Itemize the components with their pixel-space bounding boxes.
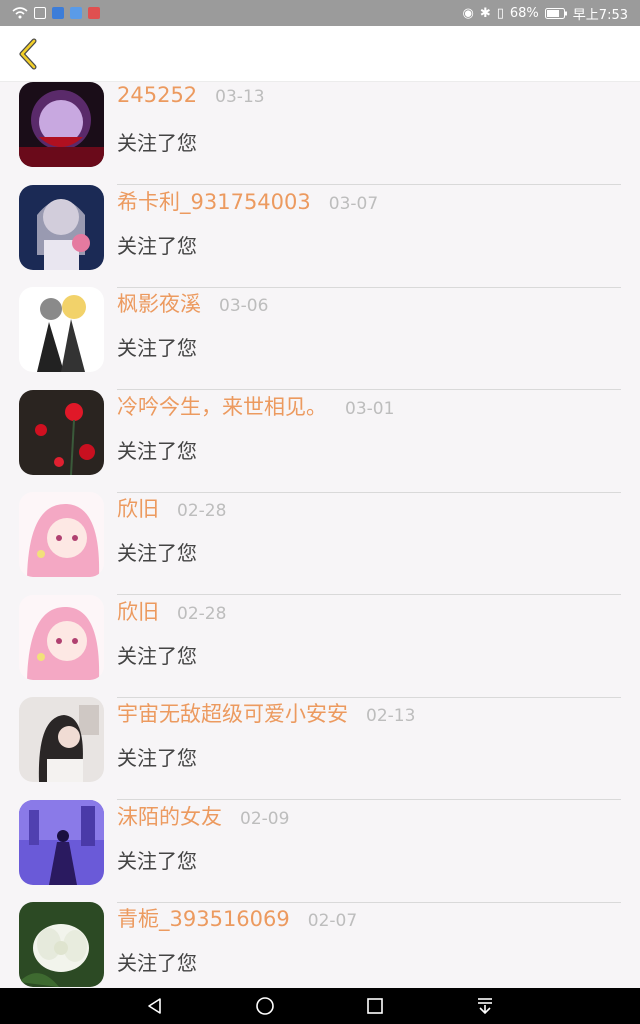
avatar[interactable] bbox=[19, 799, 104, 885]
avatar[interactable] bbox=[19, 389, 104, 475]
follow-action: 关注了您 bbox=[117, 951, 197, 975]
name-row: 欣旧 02-28 bbox=[117, 596, 226, 626]
name-row: 希卡利_931754003 03-07 bbox=[117, 186, 378, 216]
follow-date: 03-07 bbox=[328, 193, 379, 214]
follow-action: 关注了您 bbox=[117, 233, 197, 258]
wifi-icon bbox=[12, 7, 28, 19]
list-item[interactable]: 欣旧 02-28 关注了您 bbox=[0, 568, 640, 698]
triangle-back-icon bbox=[148, 998, 161, 1014]
avatar[interactable] bbox=[19, 902, 104, 987]
app-blue-icon bbox=[52, 7, 64, 19]
user-name[interactable]: 沫陌的女友 bbox=[117, 801, 222, 831]
eye-icon: ◉ bbox=[462, 5, 474, 21]
avatar[interactable] bbox=[19, 492, 104, 577]
list-item[interactable]: 枫影夜溪 03-06 关注了您 bbox=[0, 260, 640, 390]
follow-action: 关注了您 bbox=[117, 848, 197, 873]
user-name[interactable]: 枫影夜溪 bbox=[117, 288, 201, 318]
user-name[interactable]: 冷吟今生，来世相见。 bbox=[117, 391, 327, 421]
nav-notifications-button[interactable] bbox=[465, 988, 505, 1024]
app-lightblue-icon bbox=[70, 7, 82, 19]
system-nav-bar bbox=[0, 988, 640, 1024]
battery-percent: 68% bbox=[509, 5, 539, 21]
name-row: 冷吟今生，来世相见。 03-01 bbox=[117, 391, 394, 421]
follow-action: 关注了您 bbox=[117, 131, 197, 155]
app-red-icon bbox=[88, 7, 100, 19]
follow-action: 关注了您 bbox=[117, 643, 197, 668]
list-item[interactable]: 欣旧 02-28 关注了您 bbox=[0, 465, 640, 595]
vibrate-icon: ▯ bbox=[496, 5, 504, 21]
follow-date: 02-28 bbox=[177, 501, 227, 521]
list-item[interactable]: 宇宙无敌超级可爱小安安 02-13 关注了您 bbox=[0, 670, 640, 800]
follow-date: 02-07 bbox=[307, 911, 358, 931]
follow-date: 02-13 bbox=[366, 706, 416, 726]
pull-down-icon bbox=[478, 998, 492, 1015]
follow-date: 02-28 bbox=[177, 603, 227, 624]
user-name[interactable]: 宇宙无敌超级可爱小安安 bbox=[117, 698, 348, 728]
follow-date: 03-06 bbox=[219, 296, 269, 316]
app-header bbox=[0, 26, 640, 82]
name-row: 宇宙无敌超级可爱小安安 02-13 bbox=[117, 698, 415, 728]
follow-date: 03-01 bbox=[345, 398, 395, 419]
user-name[interactable]: 欣旧 bbox=[117, 596, 159, 626]
list-item[interactable]: 青栀_393516069 02-07 关注了您 bbox=[0, 875, 640, 987]
follow-date: 03-13 bbox=[215, 87, 265, 107]
user-name[interactable]: 青栀_393516069 bbox=[117, 903, 290, 933]
user-name[interactable]: 245252 bbox=[117, 83, 197, 107]
avatar[interactable] bbox=[19, 287, 104, 372]
clock: 早上7:53 bbox=[572, 7, 628, 23]
name-row: 欣旧 02-28 bbox=[117, 493, 226, 523]
nav-home-button[interactable] bbox=[245, 988, 285, 1024]
avatar[interactable] bbox=[19, 184, 104, 270]
follow-action: 关注了您 bbox=[117, 438, 197, 463]
follow-action: 关注了您 bbox=[117, 541, 197, 565]
nav-back-button[interactable] bbox=[135, 988, 175, 1024]
chevron-left-icon bbox=[19, 38, 37, 70]
follow-action: 关注了您 bbox=[117, 336, 197, 360]
list-item[interactable]: 冷吟今生，来世相见。 03-01 关注了您 bbox=[0, 363, 640, 493]
status-bar: ◉ ✱ ▯ 68% 早上7:53 bbox=[0, 0, 640, 26]
name-row: 青栀_393516069 02-07 bbox=[117, 903, 357, 933]
nav-recents-button[interactable] bbox=[355, 988, 395, 1024]
file-icon bbox=[34, 7, 46, 19]
name-row: 245252 03-13 bbox=[117, 83, 265, 107]
avatar[interactable] bbox=[19, 697, 104, 782]
follow-date: 02-09 bbox=[240, 808, 290, 829]
list-item[interactable]: 245252 03-13 关注了您 bbox=[0, 82, 640, 185]
back-button[interactable] bbox=[8, 34, 48, 74]
user-name[interactable]: 欣旧 bbox=[117, 493, 159, 523]
square-recents-icon bbox=[367, 998, 383, 1014]
circle-home-icon bbox=[256, 997, 274, 1015]
name-row: 沫陌的女友 02-09 bbox=[117, 801, 289, 831]
status-right: ◉ ✱ ▯ 68% 早上7:53 bbox=[462, 4, 628, 23]
follow-list: 245252 03-13 关注了您 希卡利_931754003 03-07 关注… bbox=[0, 82, 640, 988]
user-name[interactable]: 希卡利_931754003 bbox=[117, 186, 311, 216]
battery-icon bbox=[544, 7, 567, 19]
name-row: 枫影夜溪 03-06 bbox=[117, 288, 268, 318]
bluetooth-icon: ✱ bbox=[479, 5, 491, 21]
follow-action: 关注了您 bbox=[117, 746, 197, 770]
avatar[interactable] bbox=[19, 594, 104, 680]
status-left bbox=[12, 7, 100, 19]
list-item[interactable]: 沫陌的女友 02-09 关注了您 bbox=[0, 773, 640, 903]
avatar[interactable] bbox=[19, 82, 104, 167]
list-item[interactable]: 希卡利_931754003 03-07 关注了您 bbox=[0, 158, 640, 288]
